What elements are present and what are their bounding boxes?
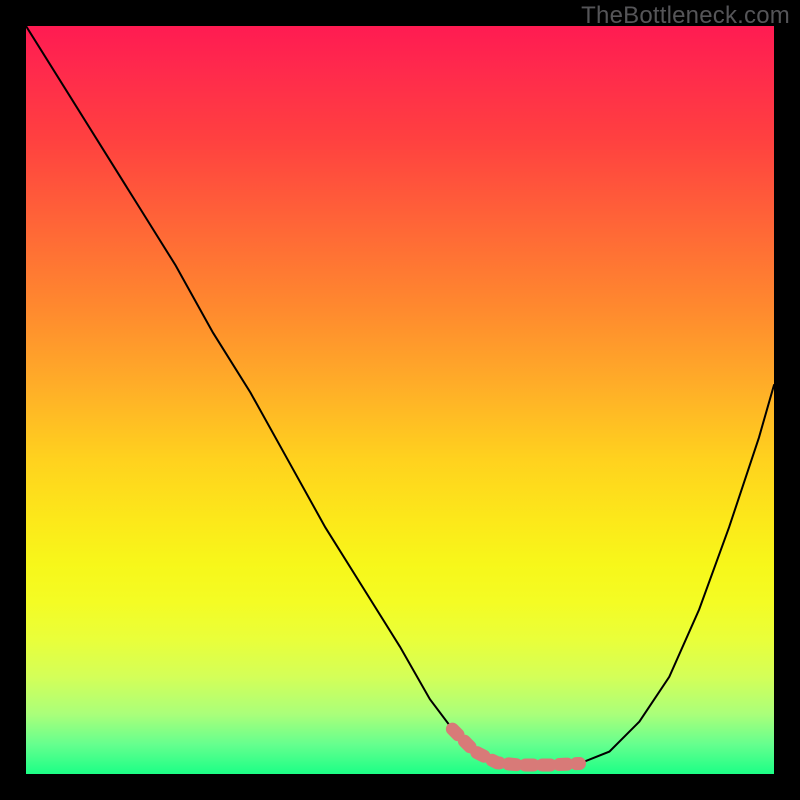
- plot-area: [26, 26, 774, 774]
- watermark-text: TheBottleneck.com: [581, 2, 790, 30]
- chart-svg: [26, 26, 774, 774]
- optimal-marker-path: [452, 729, 579, 765]
- chart-frame: TheBottleneck.com: [0, 0, 800, 800]
- bottleneck-curve-path: [26, 26, 774, 765]
